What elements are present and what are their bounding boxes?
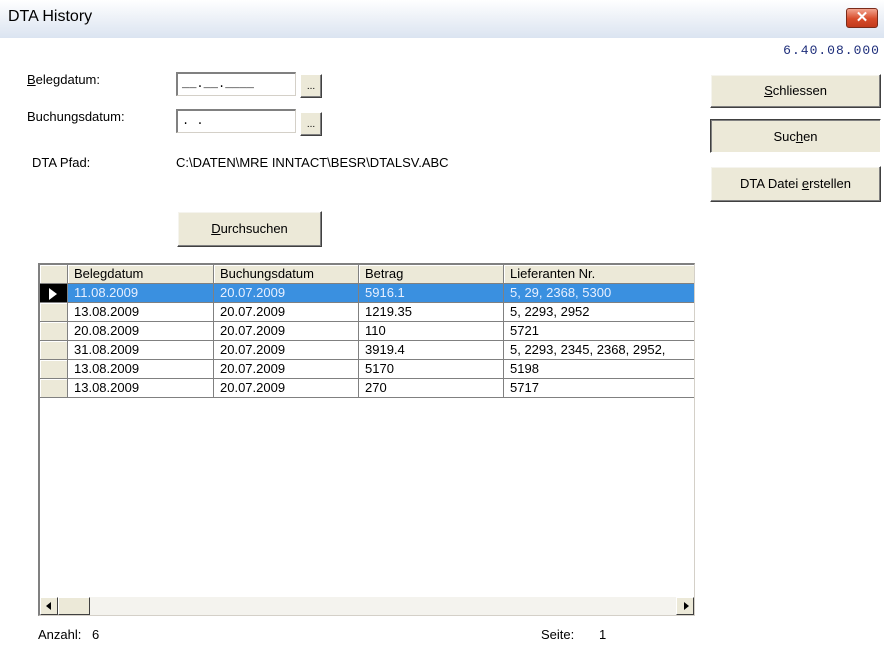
- cell-betrag[interactable]: 3919.4: [359, 341, 504, 360]
- schliessen-button[interactable]: Schliessen: [710, 74, 881, 108]
- cell-buchungsdatum[interactable]: 20.07.2009: [214, 284, 359, 303]
- suchen-mnemonic: h: [795, 129, 804, 144]
- row-selector[interactable]: [40, 322, 68, 341]
- cell-lieferanten-nr[interactable]: 5721: [504, 322, 694, 341]
- row-selector[interactable]: [40, 379, 68, 398]
- dta-datei-erstellen-button[interactable]: DTA Datei erstellen: [710, 166, 881, 202]
- col-header-betrag[interactable]: Betrag: [359, 265, 504, 284]
- history-grid[interactable]: Belegdatum Buchungsdatum Betrag Lieferan…: [38, 263, 695, 616]
- suchen-button[interactable]: Suchen: [710, 119, 881, 153]
- suchen-text-a: Suc: [773, 129, 796, 144]
- arrow-left-icon: [46, 602, 51, 610]
- cell-buchungsdatum[interactable]: 20.07.2009: [214, 360, 359, 379]
- cell-buchungsdatum[interactable]: 20.07.2009: [214, 379, 359, 398]
- scroll-thumb[interactable]: [58, 597, 90, 615]
- anzahl-value: 6: [92, 627, 100, 642]
- durchsuchen-text: urchsuchen: [220, 221, 288, 236]
- row-selector[interactable]: [40, 341, 68, 360]
- schliessen-text: chliessen: [772, 83, 827, 98]
- suchen-text-b: en: [803, 129, 818, 144]
- cell-belegdatum[interactable]: 13.08.2009: [68, 379, 214, 398]
- dta-mnemonic: e: [801, 176, 810, 191]
- current-row-arrow-icon: [49, 288, 57, 300]
- row-selector[interactable]: [40, 303, 68, 322]
- belegdatum-label: Belegdatum:: [27, 72, 100, 87]
- cell-buchungsdatum[interactable]: 20.07.2009: [214, 322, 359, 341]
- cell-lieferanten-nr[interactable]: 5198: [504, 360, 694, 379]
- cell-betrag[interactable]: 270: [359, 379, 504, 398]
- arrow-right-icon: [684, 602, 689, 610]
- cell-belegdatum[interactable]: 31.08.2009: [68, 341, 214, 360]
- cell-betrag[interactable]: 5916.1: [359, 284, 504, 303]
- belegdatum-input[interactable]: __.__.____: [176, 72, 296, 96]
- dta-pfad-label: DTA Pfad:: [32, 155, 91, 170]
- cell-buchungsdatum[interactable]: 20.07.2009: [214, 303, 359, 322]
- durchsuchen-button[interactable]: Durchsuchen: [177, 211, 322, 247]
- col-header-buchungsdatum[interactable]: Buchungsdatum: [214, 265, 359, 284]
- row-selector[interactable]: [40, 360, 68, 379]
- cell-belegdatum[interactable]: 13.08.2009: [68, 360, 214, 379]
- grid-corner: [40, 265, 68, 284]
- window-title: DTA History: [8, 8, 93, 25]
- row-selector-current[interactable]: [40, 284, 68, 303]
- dta-pfad-value: C:\DATEN\MRE INNTACT\BESR\DTALSV.ABC: [176, 155, 449, 170]
- buchungsdatum-label: Buchungsdatum:: [27, 109, 125, 124]
- buchungsdatum-picker-button[interactable]: ...: [300, 112, 322, 136]
- schliessen-mnemonic: S: [764, 83, 773, 98]
- cell-belegdatum[interactable]: 13.08.2009: [68, 303, 214, 322]
- horizontal-scrollbar[interactable]: [40, 597, 694, 615]
- cell-lieferanten-nr[interactable]: 5717: [504, 379, 694, 398]
- col-header-belegdatum[interactable]: Belegdatum: [68, 265, 214, 284]
- cell-lieferanten-nr[interactable]: 5, 2293, 2952: [504, 303, 694, 322]
- version-label: 6.40.08.000: [783, 43, 880, 58]
- cell-betrag[interactable]: 5170: [359, 360, 504, 379]
- belegdatum-picker-button[interactable]: ...: [300, 74, 322, 98]
- scroll-left-button[interactable]: [40, 597, 58, 615]
- scroll-right-button[interactable]: [676, 597, 694, 615]
- cell-betrag[interactable]: 110: [359, 322, 504, 341]
- durchsuchen-mnemonic: D: [211, 221, 221, 236]
- seite-label: Seite:: [541, 627, 575, 642]
- col-header-lieferanten-nr[interactable]: Lieferanten Nr.: [504, 265, 694, 284]
- cell-lieferanten-nr[interactable]: 5, 2293, 2345, 2368, 2952,: [504, 341, 694, 360]
- close-button[interactable]: ✕: [846, 8, 878, 28]
- cell-belegdatum[interactable]: 11.08.2009: [68, 284, 214, 303]
- dta-text-b: rstellen: [809, 176, 852, 191]
- seite-value: 1: [599, 627, 607, 642]
- close-icon: ✕: [855, 9, 869, 26]
- dta-text-a: DTA Datei: [739, 176, 802, 191]
- cell-belegdatum[interactable]: 20.08.2009: [68, 322, 214, 341]
- belegdatum-label-text: elegdatum:: [35, 72, 100, 87]
- cell-betrag[interactable]: 1219.35: [359, 303, 504, 322]
- anzahl-label: Anzahl:: [38, 627, 82, 642]
- title-bar: DTA History ✕: [0, 0, 884, 38]
- belegdatum-label-mnemonic: B: [27, 72, 36, 87]
- buchungsdatum-input[interactable]: . .: [176, 109, 296, 133]
- cell-buchungsdatum[interactable]: 20.07.2009: [214, 341, 359, 360]
- cell-lieferanten-nr[interactable]: 5, 29, 2368, 5300: [504, 284, 694, 303]
